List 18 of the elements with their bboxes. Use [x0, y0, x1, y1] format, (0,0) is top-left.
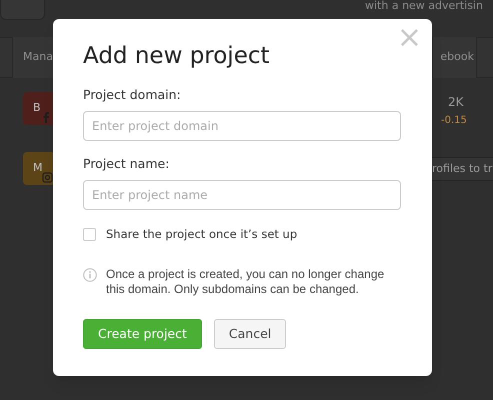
dialog-title: Add new project [83, 42, 271, 71]
facebook-icon [42, 112, 50, 123]
cancel-button[interactable]: Cancel [214, 319, 286, 350]
checkbox[interactable] [83, 228, 96, 242]
metric-value: 2K [448, 94, 464, 111]
field-label: Project name: [83, 155, 170, 173]
metric-change: -0.15 [441, 114, 467, 128]
avatar-badge: B [23, 92, 55, 125]
input-field[interactable]: Enter project domain [83, 111, 401, 141]
info-icon [83, 268, 97, 282]
tab[interactable]: ebook [432, 37, 477, 78]
checkbox-label: Share the project once it’s set up [106, 226, 298, 243]
info-note: Once a project is created, you can no longer change this domain. Only subdomains can be changed. [106, 267, 386, 298]
create-button[interactable]: Create project [83, 319, 202, 350]
camera-icon [42, 172, 53, 183]
input-field[interactable]: Enter project name [83, 180, 401, 210]
field-label: Project domain: [83, 86, 182, 104]
banner-text: with a new advertisin [365, 0, 483, 12]
